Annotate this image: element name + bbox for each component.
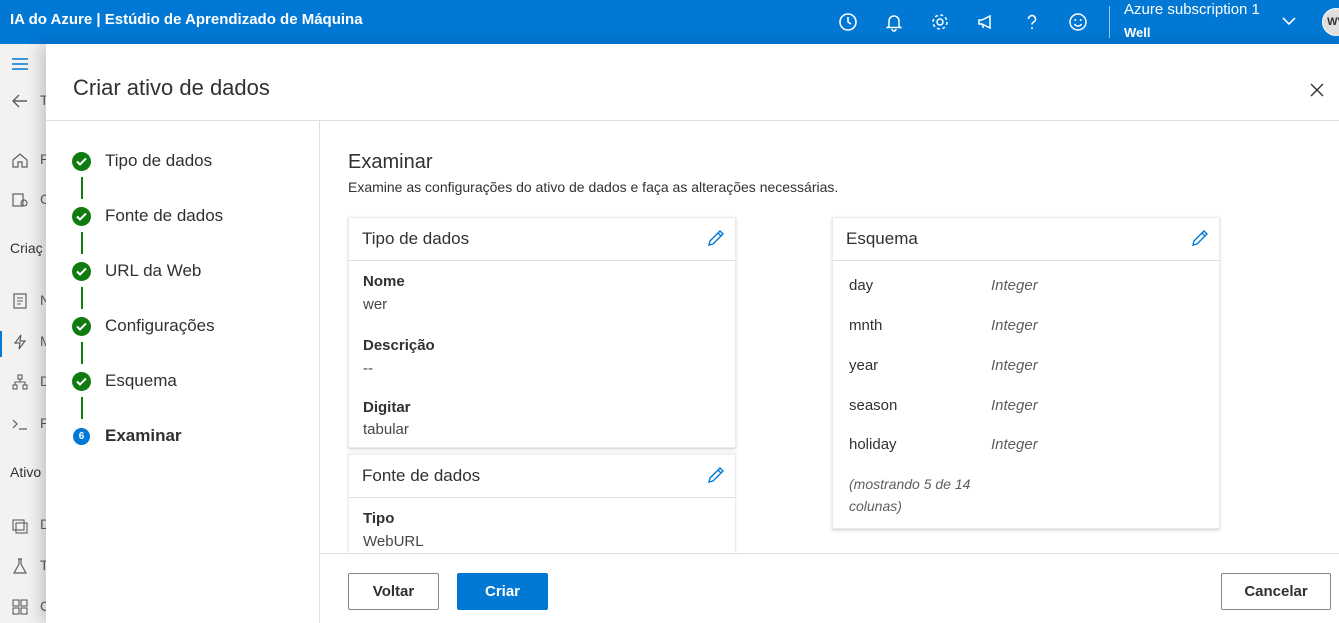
step-label: Esquema xyxy=(105,371,177,390)
smiley-icon[interactable] xyxy=(1066,10,1090,34)
help-icon[interactable] xyxy=(1020,10,1044,34)
step-connector xyxy=(81,232,83,254)
schema-column-name: mnth xyxy=(849,317,883,334)
bell-icon[interactable] xyxy=(882,10,906,34)
data-source-card: Fonte de dados Tipo WebURL xyxy=(348,454,736,553)
check-icon xyxy=(72,206,91,226)
edit-icon[interactable] xyxy=(706,228,726,248)
schema-column-count-note: (mostrando 5 de 14 colunas) xyxy=(849,476,971,514)
close-icon xyxy=(1310,83,1324,97)
card-title: Esquema xyxy=(846,229,918,248)
schema-column-type: Integer xyxy=(991,397,1038,414)
home-icon[interactable] xyxy=(10,150,30,170)
components-icon[interactable] xyxy=(10,597,30,617)
nav-section-create: Criaç xyxy=(10,240,43,256)
header-divider xyxy=(46,120,1339,121)
field-value: -- xyxy=(363,360,373,377)
top-bar: IA do Azure | Estúdio de Aprendizado de … xyxy=(0,0,1339,44)
subscription-name[interactable]: Azure subscription 1 xyxy=(1124,1,1260,18)
step-connector xyxy=(81,287,83,309)
schema-column-name: season xyxy=(849,397,898,414)
check-icon xyxy=(72,316,91,336)
review-description: Examine as configurações do ativo de dad… xyxy=(348,179,839,195)
step-data-type[interactable]: Tipo de dados xyxy=(72,151,212,171)
create-button[interactable]: Criar xyxy=(457,573,548,610)
check-icon xyxy=(72,151,91,171)
step-web-url[interactable]: URL da Web xyxy=(72,261,201,281)
close-button[interactable] xyxy=(1307,80,1327,100)
check-icon xyxy=(72,261,91,281)
designer-icon[interactable] xyxy=(10,372,30,392)
card-title: Fonte de dados xyxy=(362,466,481,485)
data-icon[interactable] xyxy=(10,515,30,535)
card-header: Esquema xyxy=(833,218,1219,261)
footer-divider xyxy=(320,553,1339,554)
field-value: tabular xyxy=(363,421,409,438)
notebook-icon[interactable] xyxy=(10,291,30,311)
field-label: Digitar xyxy=(363,399,411,416)
app-title[interactable]: IA do Azure | Estúdio de Aprendizado de … xyxy=(10,11,363,28)
hamburger-icon[interactable] xyxy=(10,54,30,74)
megaphone-icon[interactable] xyxy=(974,10,998,34)
avatar[interactable]: WV xyxy=(1322,8,1339,36)
step-label: Examinar xyxy=(105,426,182,445)
field-label: Tipo xyxy=(363,510,395,527)
cancel-button[interactable]: Cancelar xyxy=(1221,573,1331,610)
schema-column-name: day xyxy=(849,277,874,294)
step-settings[interactable]: Configurações xyxy=(72,316,215,336)
clock-icon[interactable] xyxy=(836,10,860,34)
automl-icon[interactable] xyxy=(10,332,30,352)
edit-icon[interactable] xyxy=(1190,228,1210,248)
step-label: Configurações xyxy=(105,316,215,335)
review-title: Examinar xyxy=(348,151,433,173)
nav-active-indicator xyxy=(0,331,2,357)
card-title: Tipo de dados xyxy=(362,229,470,248)
step-review[interactable]: 6 Examinar xyxy=(72,426,182,446)
flask-icon[interactable] xyxy=(10,556,30,576)
field-value: wer xyxy=(363,296,388,313)
back-arrow-icon[interactable] xyxy=(10,91,30,111)
back-button[interactable]: Voltar xyxy=(348,573,439,610)
step-label: Fonte de dados xyxy=(105,206,224,225)
check-icon xyxy=(72,371,91,391)
card-header: Fonte de dados xyxy=(349,455,735,498)
field-value: WebURL xyxy=(363,533,424,550)
gear-icon[interactable] xyxy=(928,10,952,34)
card-header: Tipo de dados xyxy=(349,218,735,261)
edit-icon[interactable] xyxy=(706,465,726,485)
schema-column-type: Integer xyxy=(991,357,1038,374)
schema-column-name: holiday xyxy=(849,436,897,453)
catalog-icon[interactable] xyxy=(10,190,30,210)
step-connector xyxy=(81,342,83,364)
step-schema[interactable]: Esquema xyxy=(72,371,177,391)
field-label: Descrição xyxy=(363,337,435,354)
schema-column-type: Integer xyxy=(991,277,1038,294)
panel-title: Criar ativo de dados xyxy=(73,75,270,100)
step-connector xyxy=(81,177,83,199)
step-data-source[interactable]: Fonte de dados xyxy=(72,206,223,226)
steps-divider xyxy=(319,120,320,623)
step-label: Tipo de dados xyxy=(105,151,213,170)
field-label: Nome xyxy=(363,273,405,290)
step-connector xyxy=(81,397,83,419)
schema-card: Esquema day Integer mnth Integer year In… xyxy=(832,217,1220,529)
nav-section-assets: Ativo xyxy=(10,464,42,480)
left-navigation: T P C Criaç N M D P Ativo D T C xyxy=(0,44,52,623)
step-label: URL da Web xyxy=(105,261,202,280)
create-data-asset-panel: Criar ativo de dados Tipo de dados Fonte… xyxy=(46,44,1339,623)
directory-name[interactable]: Well xyxy=(1124,25,1151,40)
step-number-badge: 6 xyxy=(73,427,90,445)
schema-column-name: year xyxy=(849,357,879,374)
topbar-separator xyxy=(1109,6,1110,38)
data-type-card: Tipo de dados Nome wer Descrição -- Digi… xyxy=(348,217,736,448)
schema-column-type: Integer xyxy=(991,317,1038,334)
terminal-icon[interactable] xyxy=(10,414,30,434)
chevron-down-icon[interactable] xyxy=(1280,12,1298,35)
schema-column-type: Integer xyxy=(991,436,1038,453)
